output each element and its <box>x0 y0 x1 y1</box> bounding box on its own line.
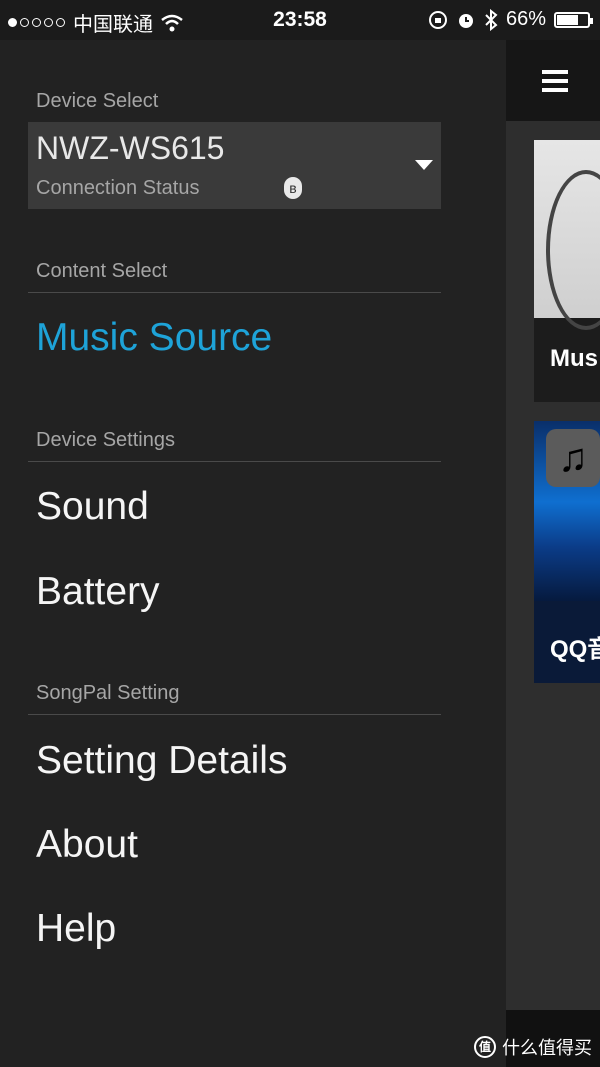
connection-status: Connection Status <box>36 177 200 199</box>
bluetooth-badge-icon: ʙ <box>284 177 302 199</box>
device-name: NWZ-WS615 <box>36 130 225 166</box>
menu-about[interactable]: About <box>36 823 138 867</box>
divider <box>28 714 441 715</box>
alarm-icon <box>458 13 473 28</box>
qq-music-card[interactable]: ♫ QQ音 <box>534 421 600 683</box>
watermark-logo-icon: 值 <box>474 1036 496 1058</box>
card-label: Mus <box>550 345 598 372</box>
main-content-peek[interactable]: Mus ♫ QQ音 <box>506 40 600 1067</box>
navigation-drawer: Device Select NWZ-WS615 Connection Statu… <box>0 40 506 1067</box>
watermark: 值 什么值得买 <box>474 1034 592 1060</box>
device-selector[interactable]: NWZ-WS615 Connection Status ʙ <box>28 122 441 209</box>
menu-setting-details[interactable]: Setting Details <box>36 739 287 783</box>
menu-battery[interactable]: Battery <box>36 570 160 614</box>
battery-percent: 66% <box>505 8 546 30</box>
menu-icon[interactable] <box>542 70 568 97</box>
status-bar: 中国联通 23:58 66% <box>0 0 600 40</box>
device-settings-heading: Device Settings <box>36 429 175 451</box>
dropdown-arrow-icon[interactable] <box>415 160 433 170</box>
status-right: 66% <box>428 8 593 31</box>
menu-help[interactable]: Help <box>36 907 116 951</box>
content-select-heading: Content Select <box>36 260 168 282</box>
divider <box>28 461 441 462</box>
app-header <box>506 40 600 121</box>
menu-music-source[interactable]: Music Source <box>36 316 272 360</box>
rotation-lock-icon <box>428 10 447 29</box>
bluetooth-icon <box>485 8 498 31</box>
songpal-setting-heading: SongPal Setting <box>36 682 180 704</box>
music-source-card[interactable]: Mus <box>534 140 600 402</box>
divider <box>28 292 441 293</box>
music-note-icon: ♫ <box>546 429 600 487</box>
card-label: QQ音 <box>550 636 600 663</box>
battery-icon <box>554 11 593 28</box>
menu-sound[interactable]: Sound <box>36 485 149 529</box>
watermark-text: 什么值得买 <box>502 1038 592 1058</box>
headphone-image <box>534 140 600 330</box>
device-select-heading: Device Select <box>36 90 159 112</box>
